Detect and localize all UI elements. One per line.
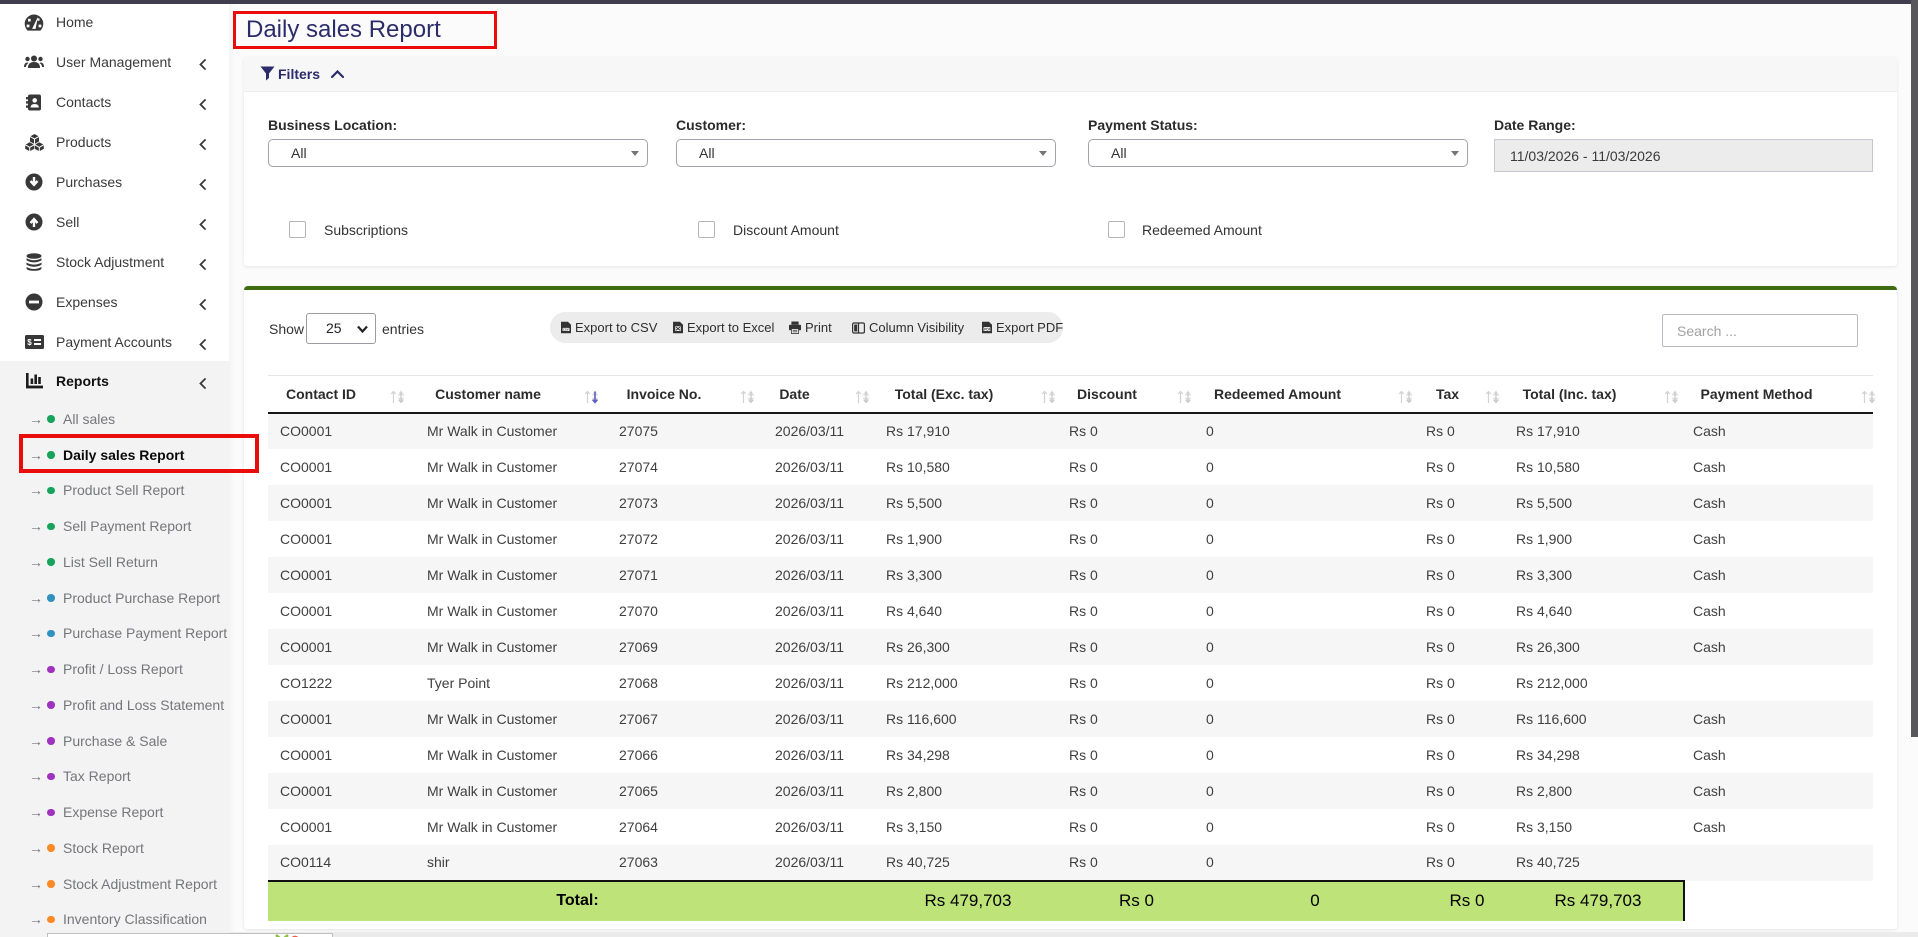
svg-text:$: $ [27,338,32,347]
svg-text:PDF: PDF [984,327,990,331]
svg-text:CSV: CSV [563,328,569,332]
